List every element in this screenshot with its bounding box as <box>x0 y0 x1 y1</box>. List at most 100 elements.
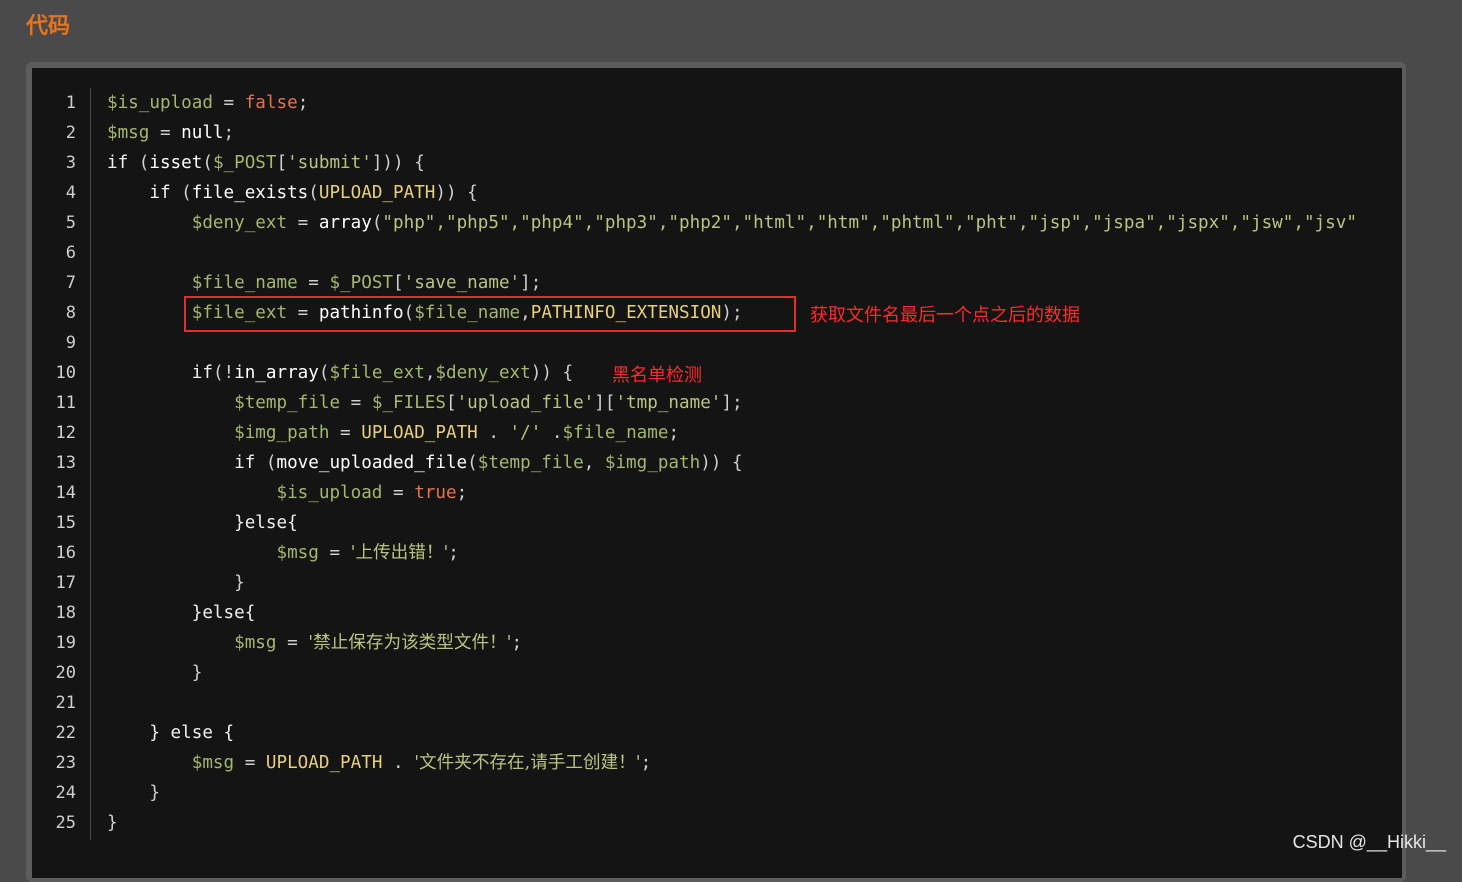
code-token: UPLOAD_PATH <box>318 183 436 203</box>
line-number: 25 <box>55 813 76 833</box>
code-line: $msg = '禁止保存为该类型文件！'; <box>107 628 522 658</box>
code-token: } <box>107 783 160 803</box>
code-token: true <box>414 483 457 503</box>
code-token: if <box>107 153 139 173</box>
code-token: = <box>234 753 266 773</box>
code-token: '/' <box>509 423 542 443</box>
code-token: )) { <box>700 453 743 473</box>
line-number: 1 <box>65 93 76 113</box>
line-number: 16 <box>55 543 76 563</box>
code-token: ; <box>640 753 652 773</box>
line-number: 21 <box>55 693 76 713</box>
code-token: , <box>424 363 436 383</box>
code-token: }else{ <box>107 603 256 623</box>
code-token: UPLOAD_PATH <box>361 423 478 443</box>
code-token: )) { <box>530 363 574 383</box>
line-number: 24 <box>55 783 76 803</box>
annotation-note-extension: 获取文件名最后一个点之后的数据 <box>810 305 1080 326</box>
code-token: ; <box>511 633 523 653</box>
code-token: (! <box>212 363 235 383</box>
code-token: in_array <box>234 363 319 383</box>
code-line: $deny_ext = array("php","php5","php4","p… <box>107 208 1357 238</box>
code-token: 'tmp_name' <box>615 393 722 413</box>
code-token: } else { <box>107 723 235 743</box>
code-token: $is_upload <box>107 483 383 503</box>
code-token: null <box>181 123 224 143</box>
code-token: ( <box>202 153 213 173</box>
line-number: 5 <box>65 213 76 233</box>
code-token: array <box>318 213 372 233</box>
line-number: 23 <box>55 753 76 773</box>
line-number: 22 <box>55 723 76 743</box>
line-number: 19 <box>55 633 76 653</box>
line-number: 12 <box>55 423 76 443</box>
code-token: $deny_ext <box>107 213 288 233</box>
code-token: } <box>107 663 203 683</box>
code-line: } <box>107 778 160 808</box>
code-token: $file_name <box>107 273 298 293</box>
code-token: $img_path <box>604 453 701 473</box>
code-token: . <box>477 423 510 443</box>
code-token: = <box>212 93 245 113</box>
code-line: } <box>107 568 245 598</box>
code-token: $_FILES <box>371 393 446 413</box>
code-token: ; <box>668 423 680 443</box>
code-token: $is_upload <box>107 93 213 113</box>
code-token: [ <box>445 393 457 413</box>
line-number: 10 <box>55 363 76 383</box>
code-token: = <box>287 213 319 233</box>
code-token: ; <box>448 543 459 563</box>
code-line: if (isset($_POST['submit'])) { <box>107 148 425 178</box>
code-block: 1 2 3 4 5 6 7 8 9 10 11 12 13 14 15 16 1… <box>32 68 1402 878</box>
line-number: 9 <box>65 333 76 353</box>
code-token: $img_path <box>107 423 330 443</box>
code-token: "php","php5","php4","php3","php2","html"… <box>382 213 1357 233</box>
code-line: $msg = null; <box>107 118 234 148</box>
code-line: $msg = '上传出错！'; <box>107 538 459 568</box>
code-token: $_POST <box>329 273 394 293</box>
code-token: . <box>541 423 563 443</box>
code-token: ( <box>318 363 330 383</box>
code-token: ( <box>371 213 383 233</box>
code-line: } <box>107 658 203 688</box>
code-token: false <box>244 93 298 113</box>
code-line: if (move_uploaded_file($temp_file, $img_… <box>107 448 743 478</box>
code-token: ( <box>265 453 277 473</box>
code-token: file_exists <box>191 183 309 203</box>
code-line: $is_upload = true; <box>107 478 467 508</box>
line-number: 4 <box>65 183 76 203</box>
code-line: $img_path = UPLOAD_PATH . '/' .$file_nam… <box>107 418 679 448</box>
code-token: $file_ext <box>329 363 425 383</box>
line-number: 6 <box>65 243 76 263</box>
code-token: isset <box>149 153 203 173</box>
line-number: 14 <box>55 483 76 503</box>
code-token: ]; <box>520 273 542 293</box>
code-token: = <box>318 543 351 563</box>
line-number: 8 <box>65 303 76 323</box>
watermark: CSDN @__Hikki__ <box>1292 832 1446 852</box>
code-token: = <box>340 393 372 413</box>
code-token: $file_name <box>562 423 669 443</box>
code-token: move_uploaded_file <box>276 453 468 473</box>
code-line: } <box>107 808 118 838</box>
code-line: }else{ <box>107 508 298 538</box>
code-token: $deny_ext <box>435 363 531 383</box>
line-number: 13 <box>55 453 76 473</box>
code-token: , <box>583 453 605 473</box>
code-token: $_POST <box>212 153 277 173</box>
code-line: $temp_file = $_FILES['upload_file']['tmp… <box>107 388 743 418</box>
section-heading: 代码 <box>26 14 71 39</box>
code-token: }else{ <box>107 513 298 533</box>
code-token: ])) { <box>371 153 425 173</box>
code-token: '文件夹不存在,请手工创建！' <box>414 753 641 773</box>
line-number: 20 <box>55 663 76 683</box>
code-token: ; <box>456 483 468 503</box>
code-token: $msg <box>107 543 319 563</box>
code-line: }else{ <box>107 598 256 628</box>
code-token: '上传出错！' <box>350 543 449 563</box>
code-line: if(!in_array($file_ext,$deny_ext)) { <box>107 358 573 388</box>
code-token: 'submit' <box>287 153 372 173</box>
code-token: $temp_file <box>107 393 341 413</box>
code-token: $msg <box>107 753 235 773</box>
line-number: 7 <box>65 273 76 293</box>
